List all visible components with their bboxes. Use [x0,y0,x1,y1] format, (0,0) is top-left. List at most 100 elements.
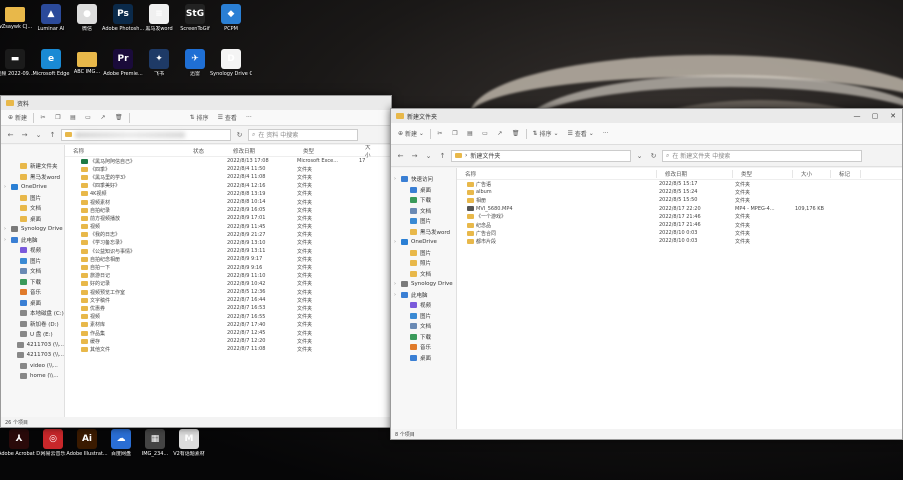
minimize-button[interactable]: — [848,109,866,123]
sidebar-item[interactable]: 图片 [1,256,64,267]
table-row[interactable]: 旅游日记 ☁2022/8/9 11:10 文件夹 [65,272,391,280]
table-row[interactable]: 文字稿件 ☁2022/8/7 16:44 文件夹 [65,296,391,304]
sidebar-item[interactable]: › 此电脑 [391,290,456,301]
column-header[interactable]: 修改日期 [657,169,733,178]
table-row[interactable]: 作品集 ☁2022/8/7 12:45 文件夹 [65,329,391,337]
sidebar-item[interactable]: 下载 [391,195,456,206]
sidebar-item[interactable]: › Synology Drive [1,224,64,235]
table-row[interactable]: MVI_5680.MP4 2022/8/17 22:20 MP4 - MPEG-4.… [457,205,902,213]
sidebar-item[interactable]: 4211703 (\\... [1,340,64,351]
more-button[interactable]: ··· [243,112,255,124]
table-row[interactable]: 《公益知识与事情》 ☁2022/8/9 13:11 文件夹 [65,247,391,255]
column-header[interactable]: 名称 [457,169,657,178]
table-row[interactable]: 其他文件 ☁2022/8/7 11:08 文件夹 [65,345,391,353]
delete-button[interactable]: 🗑 [112,112,126,124]
column-header[interactable]: 状态 [185,147,225,155]
back-button[interactable]: ← [395,150,406,161]
view-button[interactable]: ☰ 查看 ⌄ [564,128,596,140]
table-row[interactable]: 《学习备忘录》 ☁2022/8/9 13:10 文件夹 [65,239,391,247]
explorer-window-left[interactable]: 资料 ⊕ 新建 ✂ ❐ ▤ ▭ ↗ 🗑 ⇅ 排序 ☰ 查看 ··· ← → ⌄ … [0,95,392,428]
table-row[interactable]: 都市片段 2022/8/10 0:03 文件夹 [457,237,902,245]
chevron-right-icon[interactable]: › [4,226,8,232]
history-dropdown[interactable]: ⌄ [423,150,434,161]
forward-button[interactable]: → [409,150,420,161]
table-row[interactable]: 视频素材 ☁2022/8/8 10:14 文件夹 [65,198,391,206]
sidebar-item[interactable]: 文档 [391,269,456,280]
sidebar-item[interactable]: 新加卷 (D:) [1,319,64,330]
copy-button[interactable]: ❐ [449,128,461,140]
back-button[interactable]: ← [5,129,16,140]
sidebar-item[interactable]: video (\\... [1,361,64,372]
chevron-right-icon[interactable]: › [4,184,8,190]
table-row[interactable]: 4K视频 ☁2022/8/8 13:19 文件夹 [65,190,391,198]
refresh-button[interactable]: ↻ [648,150,659,161]
chevron-right-icon[interactable]: › [394,176,398,182]
table-row[interactable]: 广告合同 2022/8/10 0:03 文件夹 [457,229,902,237]
chevron-right-icon[interactable]: › [394,239,398,245]
sidebar-item[interactable]: U 盘 (E:) [1,329,64,340]
table-row[interactable]: 自拍纪念相册 ☁2022/8/9 9:17 文件夹 [65,255,391,263]
column-header[interactable]: 标记 [831,169,861,178]
sidebar-item[interactable]: 桌面 [1,214,64,225]
table-row[interactable]: 纪念品 2022/8/17 21:46 文件夹 [457,221,902,229]
cut-button[interactable]: ✂ [434,128,446,140]
address-dropdown[interactable]: ⌄ [634,150,645,161]
table-row[interactable]: 广告语 2022/8/5 15:17 文件夹 [457,180,902,188]
chevron-right-icon[interactable]: › [4,237,8,243]
sidebar-item[interactable]: 文档 [391,206,456,217]
forward-button[interactable]: → [19,129,30,140]
share-button[interactable]: ↗ [494,128,506,140]
sidebar-item[interactable]: 图片 [391,311,456,322]
sort-button[interactable]: ⇅ 排序 ⌄ [530,128,562,140]
sidebar-item[interactable]: 本地磁盘 (C:) [1,308,64,319]
cut-button[interactable]: ✂ [37,112,49,124]
more-button[interactable]: ··· [600,128,612,140]
sidebar-item[interactable]: 图片 [1,193,64,204]
sidebar-item[interactable]: 文档 [391,321,456,332]
sidebar-item[interactable]: › Synology Drive [391,279,456,290]
sidebar-item[interactable]: 黑马发word [1,172,64,183]
table-row[interactable]: 好的记录 ☁2022/8/9 10:42 文件夹 [65,280,391,288]
table-row[interactable]: 视频 ☁2022/8/7 16:55 文件夹 [65,313,391,321]
sidebar-item[interactable]: home (\\... [1,371,64,382]
sidebar-item[interactable]: 桌面 [391,353,456,364]
column-header[interactable]: 名称 [65,147,185,155]
column-header[interactable]: 类型 [295,147,357,155]
table-row[interactable]: 相册 2022/8/5 15:50 文件夹 [457,196,902,204]
sidebar-item[interactable]: 文档 [1,203,64,214]
rename-button[interactable]: ▭ [479,128,491,140]
address-bar[interactable]: › 新建文件夹 [451,149,631,162]
sidebar-item[interactable]: 下载 [1,277,64,288]
table-row[interactable]: 《四季》 ☁2022/8/4 11:50 文件夹 [65,165,391,173]
view-button[interactable]: ☰ 查看 [215,112,240,124]
close-button[interactable]: ✕ [884,109,902,123]
table-row[interactable]: 自拍一下 ☁2022/8/9 9:16 文件夹 [65,263,391,271]
sidebar-item[interactable]: › OneDrive [1,182,64,193]
table-row[interactable]: 《黑马阿阿信自己》 ☁2022/8/13 17:08 Microsoft Exce.… [65,157,391,165]
share-button[interactable]: ↗ [97,112,109,124]
table-row[interactable]: 《黑马里的学3》 ☁2022/8/4 11:08 文件夹 [65,173,391,181]
sidebar-item[interactable]: 4211703 (\\... [1,350,64,361]
sidebar-item[interactable]: 文档 [1,266,64,277]
column-header[interactable]: 修改日期 [225,147,295,155]
paste-button[interactable]: ▤ [464,128,476,140]
paste-button[interactable]: ▤ [67,112,79,124]
table-row[interactable]: album 2022/8/5 15:24 文件夹 [457,188,902,196]
table-row[interactable]: 缓存 ☁2022/8/7 12:20 文件夹 [65,337,391,345]
maximize-button[interactable]: ▢ [866,109,884,123]
sidebar-item[interactable]: 黑马发word [391,227,456,238]
table-row[interactable]: 前方视频播放 ☁2022/8/9 17:01 文件夹 [65,214,391,222]
sidebar-item[interactable]: › 此电脑 [1,235,64,246]
rename-button[interactable]: ▭ [82,112,94,124]
desktop-shortcut[interactable]: ◆ PCPM [210,2,252,46]
sidebar-item[interactable]: 照片 [391,258,456,269]
table-row[interactable]: 优惠券 ☁2022/8/7 16:53 文件夹 [65,304,391,312]
sidebar-item[interactable]: 新建文件夹 [1,161,64,172]
chevron-right-icon[interactable]: › [394,292,398,298]
chevron-right-icon[interactable]: › [394,281,398,287]
sidebar-item[interactable]: 视频 [1,245,64,256]
history-dropdown[interactable]: ⌄ [33,129,44,140]
copy-button[interactable]: ❐ [52,112,64,124]
up-button[interactable]: ↑ [47,129,58,140]
column-header[interactable]: 大小 [357,145,375,159]
